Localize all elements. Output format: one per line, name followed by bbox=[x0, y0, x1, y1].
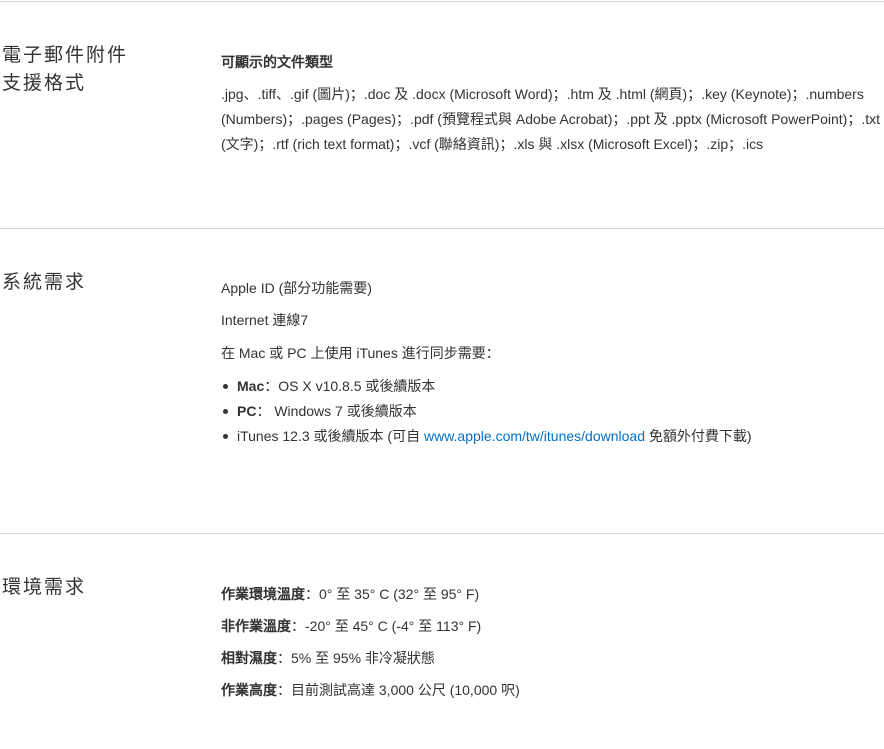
section-title-system: 系統需求 bbox=[2, 271, 87, 293]
itunes-download-link[interactable]: www.apple.com/tw/itunes/download bbox=[424, 428, 645, 444]
divider-top bbox=[0, 1, 884, 2]
env-row-altitude: 作業高度：目前測試高達 3,000 公尺 (10,000 呎) bbox=[221, 680, 520, 700]
env-label: 相對濕度 bbox=[221, 650, 277, 666]
env-value: ：5% 至 95% 非冷凝狀態 bbox=[277, 650, 435, 666]
doc-formats-text: .jpg、.tiff、.gif (圖片)；.doc 及 .docx (Micro… bbox=[221, 86, 880, 152]
env-value: ：0° 至 35° C (32° 至 95° F) bbox=[305, 586, 480, 602]
bullet-icon bbox=[223, 409, 228, 414]
bullet-icon bbox=[223, 384, 228, 389]
list-item-itunes: iTunes 12.3 或後續版本 (可自 www.apple.com/tw/i… bbox=[221, 424, 757, 449]
divider-system bbox=[0, 228, 884, 229]
pc-label: PC bbox=[237, 403, 257, 419]
internet-text: Internet 連線7 bbox=[221, 312, 309, 328]
section-title-email-line1: 電子郵件附件 bbox=[2, 44, 129, 66]
env-label: 非作業溫度 bbox=[221, 618, 291, 634]
email-content: 可顯示的文件類型 .jpg、.tiff、.gif (圖片)；.doc 及 .do… bbox=[221, 52, 883, 157]
env-row-nonoperating-temp: 非作業溫度：-20° 至 45° C (-4° 至 113° F) bbox=[221, 616, 481, 636]
divider-environment bbox=[0, 533, 884, 534]
viewable-doc-types-heading: 可顯示的文件類型 bbox=[221, 54, 333, 70]
pc-value: ： Windows 7 或後續版本 bbox=[256, 403, 417, 419]
mac-label: Mac bbox=[237, 378, 265, 394]
itunes-prefix: iTunes 12.3 或後續版本 (可自 bbox=[237, 428, 424, 444]
env-value: ：-20° 至 45° C (-4° 至 113° F) bbox=[291, 618, 482, 634]
system-content: Apple ID (部分功能需要) Internet 連線7 在 Mac 或 P… bbox=[221, 278, 757, 449]
env-value: ：目前測試高達 3,000 公尺 (10,000 呎) bbox=[277, 682, 520, 698]
env-row-operating-temp: 作業環境溫度：0° 至 35° C (32° 至 95° F) bbox=[221, 584, 479, 604]
mac-value: ：OS X v10.8.5 或後續版本 bbox=[264, 378, 436, 394]
sync-intro-text: 在 Mac 或 PC 上使用 iTunes 進行同步需要： bbox=[221, 345, 500, 361]
apple-id-text: Apple ID (部分功能需要) bbox=[221, 280, 372, 296]
itunes-suffix: 免額外付費下載) bbox=[645, 428, 752, 444]
section-title-environment: 環境需求 bbox=[2, 576, 87, 598]
list-item-mac: Mac：OS X v10.8.5 或後續版本 bbox=[221, 374, 757, 399]
bullet-icon bbox=[223, 434, 228, 439]
environment-content: 作業環境溫度：0° 至 35° C (32° 至 95° F) 非作業溫度：-2… bbox=[221, 584, 821, 714]
sync-requirements-list: Mac：OS X v10.8.5 或後續版本 PC： Windows 7 或後續… bbox=[221, 374, 757, 449]
section-title-email: 電子郵件附件 支援格式 bbox=[2, 41, 128, 97]
env-row-humidity: 相對濕度：5% 至 95% 非冷凝狀態 bbox=[221, 648, 435, 668]
env-label: 作業高度 bbox=[221, 682, 277, 698]
env-label: 作業環境溫度 bbox=[221, 586, 305, 602]
list-item-pc: PC： Windows 7 或後續版本 bbox=[221, 399, 757, 424]
section-title-email-line2: 支援格式 bbox=[2, 72, 87, 94]
